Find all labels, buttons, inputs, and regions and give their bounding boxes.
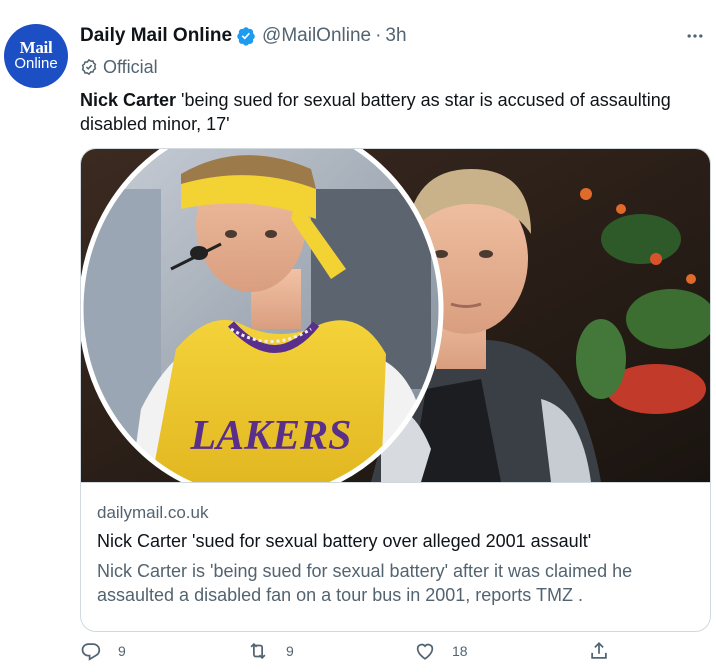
- separator-dot: ·: [375, 25, 382, 46]
- tweet-text: Nick Carter 'being sued for sexual batte…: [80, 88, 705, 136]
- official-label-text: Official: [103, 56, 158, 77]
- reply-count: 9: [118, 643, 126, 659]
- avatar[interactable]: Mail Online: [4, 24, 68, 88]
- tweet-header: Daily Mail Online @MailOnline · 3h: [80, 24, 407, 48]
- link-card[interactable]: LAKERS dailymail.co.uk Nick Carter 'sued…: [80, 148, 711, 632]
- verified-badge-icon: [236, 26, 256, 46]
- avatar-logo-line2: Online: [14, 55, 58, 72]
- share-icon: [591, 641, 607, 659]
- author-name[interactable]: Daily Mail Online: [80, 25, 232, 47]
- retweet-button[interactable]: 9: [246, 638, 294, 664]
- retweet-icon: [250, 642, 266, 660]
- heart-icon: [416, 643, 434, 660]
- card-image[interactable]: LAKERS: [81, 149, 710, 482]
- tweet-timestamp[interactable]: 3h: [385, 25, 406, 47]
- card-domain: dailymail.co.uk: [97, 503, 209, 522]
- like-count: 18: [452, 643, 468, 659]
- card-title: Nick Carter 'sued for sexual battery ove…: [97, 531, 592, 551]
- official-label: Official: [80, 56, 158, 78]
- author-handle[interactable]: @MailOnline: [262, 25, 371, 47]
- more-horizontal-icon[interactable]: [684, 26, 706, 46]
- reply-icon: [81, 643, 101, 661]
- tweet[interactable]: Mail Online Daily Mail Online @MailOnlin…: [0, 8, 716, 672]
- card-meta[interactable]: dailymail.co.uk Nick Carter 'sued for se…: [81, 482, 710, 631]
- retweet-count: 9: [286, 643, 294, 659]
- reply-button[interactable]: 9: [80, 638, 126, 664]
- tweet-text-bold: Nick Carter: [80, 90, 177, 110]
- like-button[interactable]: 18: [414, 638, 468, 664]
- tweet-actions: 9 9 18: [80, 638, 640, 664]
- share-button[interactable]: [588, 638, 626, 664]
- avatar-logo-line1: Mail: [19, 38, 53, 57]
- official-badge-icon: [81, 58, 97, 76]
- card-description: Nick Carter is 'being sued for sexual ba…: [97, 561, 633, 605]
- jersey-text: LAKERS: [189, 413, 351, 459]
